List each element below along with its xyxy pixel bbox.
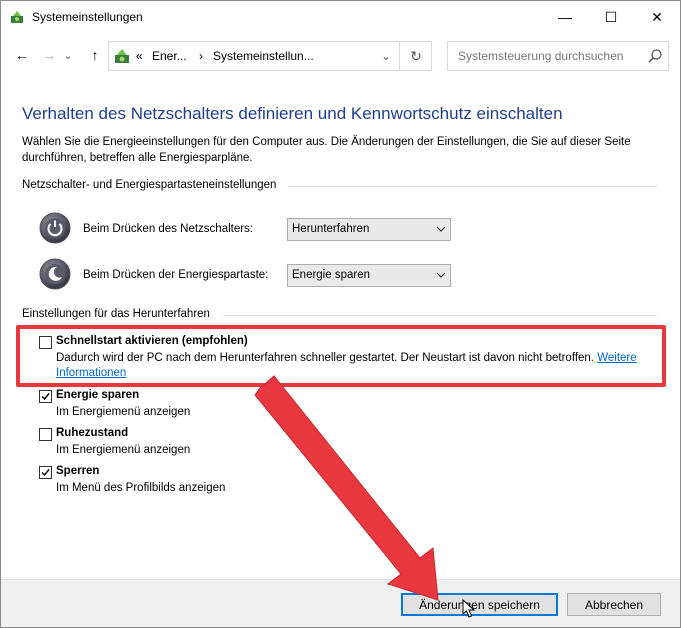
- address-bar[interactable]: « Ener... › Systemeinstellun... ⌄: [108, 41, 432, 71]
- maximize-button[interactable]: ☐: [588, 1, 634, 33]
- cancel-button[interactable]: Abbrechen: [567, 593, 661, 616]
- hibernate-option-title: Ruhezustand: [56, 427, 129, 439]
- lock-option-title: Sperren: [56, 465, 100, 477]
- power-button-action-select[interactable]: Herunterfahren: [287, 218, 451, 241]
- sleep-button-action-select[interactable]: Energie sparen: [287, 264, 451, 287]
- sleep-button-label: Beim Drücken der Energiespartaste:: [83, 269, 269, 281]
- power-button-icon: [39, 212, 71, 244]
- shutdown-section-header: Einstellungen für das Herunterfahren: [22, 308, 210, 320]
- checkmark-icon: [41, 469, 50, 477]
- history-dropdown-button[interactable]: ⌄: [61, 45, 75, 65]
- control-panel-icon: [115, 49, 129, 63]
- close-button[interactable]: ✕: [634, 1, 680, 33]
- hibernate-option-description: Im Energiemenü anzeigen: [56, 444, 191, 456]
- sleep-button-icon: [39, 258, 71, 290]
- address-overflow[interactable]: «: [136, 49, 143, 63]
- page-description: Wählen Sie die Energieeinstellungen für …: [22, 136, 631, 164]
- shutdown-section-title: Einstellungen für das Herunterfahren: [22, 308, 210, 320]
- save-changes-button[interactable]: Änderungen speichern: [401, 593, 558, 616]
- lock-option-checkbox[interactable]: [39, 466, 52, 479]
- forward-button[interactable]: →: [39, 45, 59, 65]
- search-icon[interactable]: [647, 48, 663, 64]
- power-button-label: Beim Drücken des Netzschalters:: [83, 223, 254, 235]
- section-divider: [223, 315, 657, 316]
- minimize-button[interactable]: —: [542, 1, 588, 33]
- up-button[interactable]: ↑: [85, 45, 105, 65]
- search-box[interactable]: [447, 41, 669, 71]
- sleep-option-title: Energie sparen: [56, 389, 140, 401]
- section-divider: [289, 186, 657, 187]
- window-title: Systemeinstellungen: [32, 10, 143, 24]
- checkmark-icon: [41, 393, 50, 401]
- chevron-down-icon: [436, 272, 446, 278]
- power-section-header: Netzschalter- und Energiespartasteneinst…: [22, 179, 276, 191]
- control-panel-icon: [11, 11, 23, 23]
- page-title: Verhalten des Netzschalters definieren u…: [22, 104, 563, 123]
- power-section-title: Netzschalter- und Energiespartasteneinst…: [22, 179, 277, 191]
- highlight-annotation: [16, 325, 666, 387]
- title-bar: Systemeinstellungen — ☐ ✕: [1, 1, 680, 33]
- address-dropdown-button[interactable]: ⌄: [381, 49, 391, 63]
- sleep-option-checkbox[interactable]: [39, 390, 52, 403]
- breadcrumb-separator: ›: [199, 49, 203, 63]
- sleep-option-description: Im Energiemenü anzeigen: [56, 406, 191, 418]
- lock-option-description: Im Menü des Profilbilds anzeigen: [56, 482, 226, 494]
- breadcrumb-energy[interactable]: Ener...: [152, 49, 187, 63]
- power-button-action-value: Herunterfahren: [292, 223, 370, 235]
- refresh-button[interactable]: ↻: [399, 41, 432, 71]
- back-button[interactable]: ←: [12, 45, 32, 65]
- search-input[interactable]: [456, 48, 640, 64]
- hibernate-option-checkbox[interactable]: [39, 428, 52, 441]
- chevron-down-icon: [436, 226, 446, 232]
- sleep-button-action-value: Energie sparen: [292, 269, 370, 281]
- settings-window: Systemeinstellungen — ☐ ✕ ← → ⌄ ↑ « Ener…: [0, 0, 681, 628]
- mouse-cursor-icon: [462, 599, 476, 618]
- breadcrumb-system-settings[interactable]: Systemeinstellun...: [213, 49, 314, 63]
